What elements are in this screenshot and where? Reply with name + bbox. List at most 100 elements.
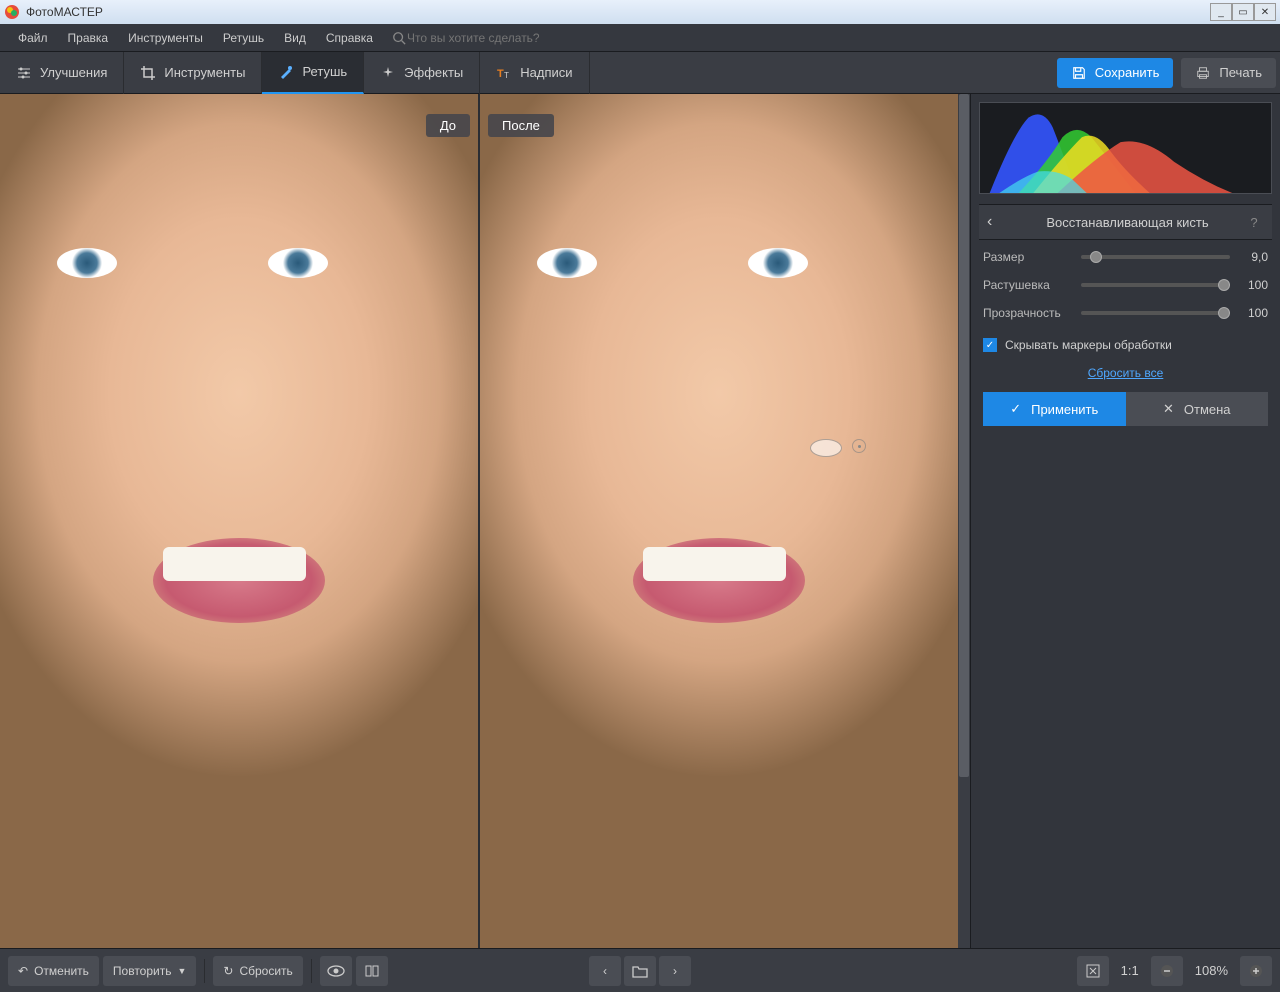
tab-label: Улучшения xyxy=(40,65,107,80)
slider-opacity: Прозрачность 100 xyxy=(983,306,1268,320)
prev-button[interactable]: ‹ xyxy=(589,956,621,986)
histogram xyxy=(979,102,1272,194)
crop-icon xyxy=(140,65,156,81)
fit-screen-button[interactable] xyxy=(1077,956,1109,986)
slider-track[interactable] xyxy=(1081,255,1230,259)
slider-track[interactable] xyxy=(1081,311,1230,315)
tab-label: Инструменты xyxy=(164,65,245,80)
sparkle-icon xyxy=(380,65,396,81)
zoom-in-button[interactable] xyxy=(1240,956,1272,986)
undo-label: Отменить xyxy=(34,964,89,978)
save-label: Сохранить xyxy=(1095,65,1160,80)
menu-help[interactable]: Справка xyxy=(316,27,383,49)
right-panel: ‹ Восстанавливающая кисть ? Размер 9,0 Р… xyxy=(970,94,1280,948)
zoom-out-button[interactable] xyxy=(1151,956,1183,986)
apply-button[interactable]: ✓ Применить xyxy=(983,392,1126,426)
chevron-left-icon: ‹ xyxy=(603,964,607,978)
redo-label: Повторить xyxy=(113,964,172,978)
panel-header: ‹ Восстанавливающая кисть ? xyxy=(979,204,1272,240)
reset-icon: ↻ xyxy=(223,964,233,978)
close-icon: ✕ xyxy=(1163,401,1174,417)
hide-markers-label: Скрывать маркеры обработки xyxy=(1005,338,1172,352)
vertical-scrollbar[interactable] xyxy=(958,94,970,948)
menu-retouch[interactable]: Ретушь xyxy=(213,27,274,49)
zoom-ratio[interactable]: 1:1 xyxy=(1113,963,1147,978)
fit-icon xyxy=(1085,963,1101,979)
menubar: Файл Правка Инструменты Ретушь Вид Справ… xyxy=(0,24,1280,52)
sliders-icon xyxy=(16,65,32,81)
folder-icon xyxy=(632,964,648,978)
slider-value: 100 xyxy=(1238,278,1268,292)
tab-label: Эффекты xyxy=(404,65,463,80)
toolbar: Улучшения Инструменты Ретушь Эффекты TT … xyxy=(0,52,1280,94)
print-button[interactable]: Печать xyxy=(1181,58,1276,88)
slider-track[interactable] xyxy=(1081,283,1230,287)
after-label: После xyxy=(488,114,554,137)
canvas-before: До xyxy=(0,94,480,948)
app-logo-icon xyxy=(4,4,20,20)
close-button[interactable]: ✕ xyxy=(1254,3,1276,21)
slider-size: Размер 9,0 xyxy=(983,250,1268,264)
back-button[interactable]: ‹ xyxy=(987,213,1011,231)
preview-button[interactable] xyxy=(320,956,352,986)
compare-button[interactable] xyxy=(356,956,388,986)
undo-icon: ↶ xyxy=(18,964,28,978)
help-button[interactable]: ? xyxy=(1244,215,1264,230)
print-icon xyxy=(1195,65,1211,81)
brush-icon xyxy=(278,64,294,80)
tab-label: Надписи xyxy=(520,65,572,80)
minus-icon xyxy=(1159,963,1175,979)
search-icon xyxy=(391,30,407,46)
reset-button[interactable]: ↻ Сбросить xyxy=(213,956,302,986)
canvas-area[interactable]: До После xyxy=(0,94,970,948)
tab-text[interactable]: TT Надписи xyxy=(480,52,589,94)
reset-label: Сбросить xyxy=(239,964,292,978)
eye-icon xyxy=(327,965,345,977)
slider-label: Прозрачность xyxy=(983,306,1073,320)
redo-button[interactable]: Повторить ▼ xyxy=(103,956,197,986)
search-input[interactable] xyxy=(407,31,607,45)
slider-feather: Растушевка 100 xyxy=(983,278,1268,292)
bottombar: ↶ Отменить Повторить ▼ ↻ Сбросить ‹ › 1:… xyxy=(0,948,1280,992)
zoom-percent[interactable]: 108% xyxy=(1187,963,1236,978)
tab-enhancements[interactable]: Улучшения xyxy=(0,52,124,94)
menu-tools[interactable]: Инструменты xyxy=(118,27,213,49)
save-icon xyxy=(1071,65,1087,81)
cancel-button[interactable]: ✕ Отмена xyxy=(1126,392,1269,426)
hide-markers-checkbox[interactable]: ✓ xyxy=(983,338,997,352)
tab-effects[interactable]: Эффекты xyxy=(364,52,480,94)
print-label: Печать xyxy=(1219,65,1262,80)
maximize-button[interactable]: ▭ xyxy=(1232,3,1254,21)
browse-button[interactable] xyxy=(624,956,656,986)
save-button[interactable]: Сохранить xyxy=(1057,58,1174,88)
undo-button[interactable]: ↶ Отменить xyxy=(8,956,99,986)
minimize-button[interactable]: _ xyxy=(1210,3,1232,21)
plus-icon xyxy=(1248,963,1264,979)
menu-view[interactable]: Вид xyxy=(274,27,316,49)
next-button[interactable]: › xyxy=(659,956,691,986)
menu-file[interactable]: Файл xyxy=(8,27,58,49)
text-icon: TT xyxy=(496,65,512,81)
menu-edit[interactable]: Правка xyxy=(58,27,119,49)
svg-text:T: T xyxy=(497,68,504,80)
svg-text:T: T xyxy=(504,71,509,80)
chevron-right-icon: › xyxy=(673,964,677,978)
cancel-label: Отмена xyxy=(1184,402,1231,417)
brush-cursor-icon xyxy=(810,439,842,457)
reset-all-link[interactable]: Сбросить все xyxy=(1088,366,1164,380)
brush-target-icon xyxy=(852,439,866,453)
apply-label: Применить xyxy=(1031,402,1098,417)
slider-value: 100 xyxy=(1238,306,1268,320)
compare-icon xyxy=(364,963,380,979)
tab-instruments[interactable]: Инструменты xyxy=(124,52,262,94)
tab-retouch[interactable]: Ретушь xyxy=(262,52,364,94)
titlebar: ФотоМАСТЕР _ ▭ ✕ xyxy=(0,0,1280,24)
slider-label: Растушевка xyxy=(983,278,1073,292)
before-label: До xyxy=(426,114,470,137)
slider-label: Размер xyxy=(983,250,1073,264)
check-icon: ✓ xyxy=(1010,401,1021,417)
hide-markers-row: ✓ Скрывать маркеры обработки xyxy=(983,334,1268,360)
slider-value: 9,0 xyxy=(1238,250,1268,264)
chevron-down-icon: ▼ xyxy=(177,966,186,976)
canvas-after: После xyxy=(480,94,958,948)
